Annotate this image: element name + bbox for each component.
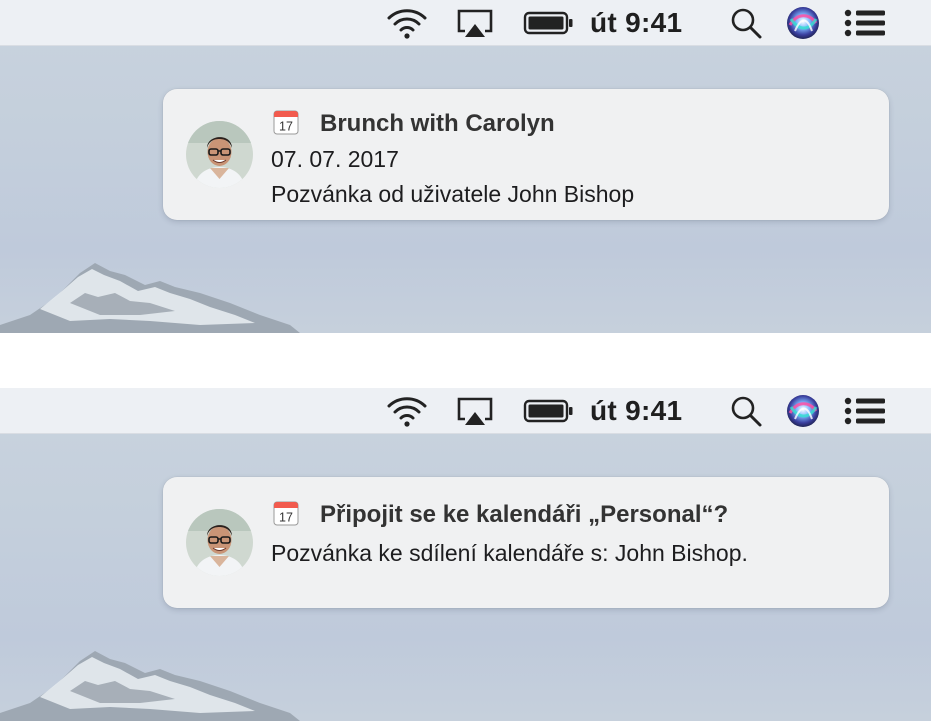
siri-icon[interactable] [783, 0, 823, 46]
spotlight-search-icon[interactable] [725, 0, 767, 46]
spotlight-search-icon[interactable] [725, 388, 767, 434]
notification-date: 07. 07. 2017 [271, 146, 399, 172]
siri-icon[interactable] [783, 388, 823, 434]
sender-avatar [186, 121, 253, 188]
notification-center-icon[interactable] [840, 388, 890, 434]
sender-avatar [186, 509, 253, 576]
battery-icon[interactable] [522, 0, 576, 46]
menu-bar-clock[interactable]: út 9:41 [590, 388, 700, 434]
airplay-icon[interactable] [452, 388, 498, 434]
notification-banner[interactable]: 17 Brunch with Carolyn 07. 07. 2017 Pozv… [163, 89, 889, 220]
notification-title: Připojit se ke kalendáři „Personal“? [320, 501, 729, 528]
notification-title: Brunch with Carolyn [320, 110, 555, 137]
wifi-icon[interactable] [383, 388, 431, 434]
menu-bar-clock[interactable]: út 9:41 [590, 0, 700, 46]
notification-banner[interactable]: 17 Připojit se ke kalendáři „Personal“? … [163, 477, 889, 608]
calendar-icon: 17 [273, 501, 299, 526]
calendar-day-number: 17 [279, 511, 293, 525]
calendar-day-number: 17 [279, 120, 293, 134]
notification-center-icon[interactable] [840, 0, 890, 46]
battery-icon[interactable] [522, 388, 576, 434]
wifi-icon[interactable] [383, 0, 431, 46]
menu-bar: út 9:41 [0, 388, 931, 434]
mountain-wallpaper [0, 651, 300, 721]
airplay-icon[interactable] [452, 0, 498, 46]
notification-body: Pozvánka ke sdílení kalendáře s: John Bi… [271, 540, 748, 566]
desktop-panel-bottom: út 9:41 17 Připojit se ke kalendáři „Per… [0, 388, 931, 721]
calendar-icon: 17 [273, 110, 299, 135]
mountain-wallpaper [0, 263, 300, 333]
desktop-panel-top: út 9:41 17 Brunch with Carolyn 07. 07. 2… [0, 0, 931, 333]
menu-bar: út 9:41 [0, 0, 931, 46]
notification-body: Pozvánka od uživatele John Bishop [271, 181, 635, 207]
